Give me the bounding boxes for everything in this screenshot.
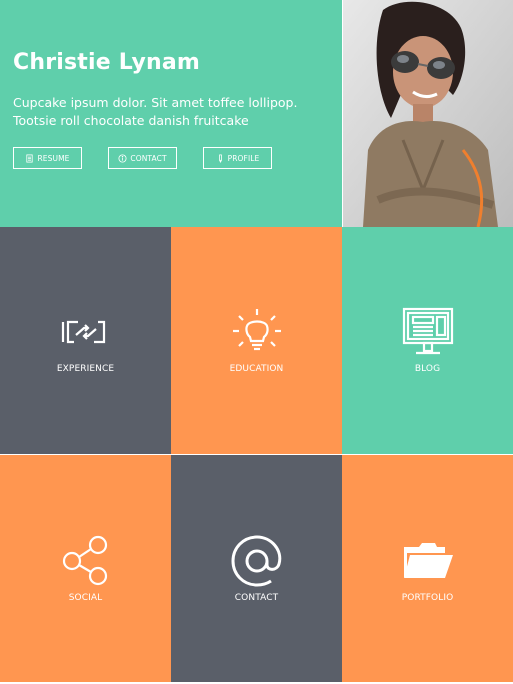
info-icon bbox=[118, 153, 127, 163]
contact-button[interactable]: CONTACT bbox=[108, 147, 177, 169]
resume-button-label: RESUME bbox=[37, 153, 70, 163]
contact-button-label: CONTACT bbox=[130, 153, 167, 163]
lightbulb-icon bbox=[232, 309, 281, 351]
profile-button-label: PROFILE bbox=[227, 153, 260, 163]
tile-blog[interactable]: BLOG bbox=[342, 227, 513, 454]
tile-portfolio[interactable]: PORTFOLIO bbox=[342, 455, 513, 682]
bio-line-1: Cupcake ipsum dolor. Sit amet toffee lol… bbox=[13, 95, 298, 110]
document-icon bbox=[26, 153, 34, 163]
profile-name: Christie Lynam bbox=[13, 50, 201, 75]
profile-bio: Cupcake ipsum dolor. Sit amet toffee lol… bbox=[13, 94, 333, 130]
monitor-icon bbox=[402, 307, 453, 355]
tile-blog-label: BLOG bbox=[414, 364, 441, 374]
share-icon bbox=[62, 535, 107, 586]
tile-social[interactable]: SOCIAL bbox=[0, 455, 171, 682]
refresh-icon bbox=[61, 320, 105, 344]
tile-experience-label: EXPERIENCE bbox=[56, 364, 115, 374]
tile-experience[interactable]: EXPERIENCE bbox=[0, 227, 171, 454]
tile-contact[interactable]: CONTACT bbox=[171, 455, 342, 682]
bio-line-2: Tootsie roll chocolate danish fruitcake bbox=[13, 113, 249, 128]
tile-education[interactable]: EDUCATION bbox=[171, 227, 342, 454]
tile-portfolio-label: PORTFOLIO bbox=[401, 593, 454, 603]
resume-button[interactable]: RESUME bbox=[13, 147, 82, 169]
folder-icon bbox=[403, 543, 453, 578]
tile-social-label: SOCIAL bbox=[68, 593, 103, 603]
portrait-photo bbox=[343, 0, 513, 227]
at-sign-icon bbox=[230, 535, 281, 587]
pen-icon bbox=[218, 153, 222, 163]
profile-header: Christie Lynam Cupcake ipsum dolor. Sit … bbox=[0, 0, 342, 227]
tile-education-label: EDUCATION bbox=[229, 364, 284, 374]
tile-contact-label: CONTACT bbox=[234, 593, 279, 603]
profile-button[interactable]: PROFILE bbox=[203, 147, 272, 169]
